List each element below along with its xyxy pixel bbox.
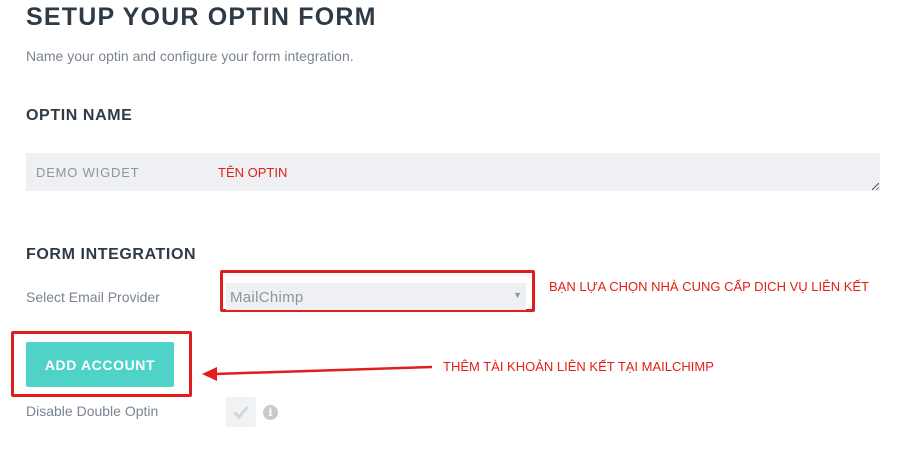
annotation-arrow-icon — [202, 365, 433, 381]
double-optin-checkbox[interactable] — [226, 397, 256, 427]
optin-name-annotation: TÊN OPTIN — [218, 165, 288, 180]
add-account-button[interactable]: ADD ACCOUNT — [26, 342, 174, 387]
arrow-shaft — [213, 365, 433, 376]
optin-name-field[interactable]: DEMO WIGDET — [26, 153, 880, 191]
form-integration-heading: FORM INTEGRATION — [26, 246, 197, 263]
info-icon[interactable]: i — [263, 405, 278, 420]
arrow-head — [202, 367, 217, 381]
checkmark-icon — [233, 406, 249, 419]
provider-annotation: BẠN LỰA CHỌN NHÀ CUNG CẤP DỊCH VỤ LIÊN K… — [549, 279, 870, 294]
email-provider-select[interactable]: MailChimp ▼ — [226, 283, 526, 310]
chevron-down-icon: ▼ — [513, 290, 522, 300]
add-account-annotation: THÊM TÀI KHOẢN LIÊN KẾT TẠI MAILCHIMP — [443, 359, 714, 374]
page-title: SETUP YOUR OPTIN FORM — [26, 3, 377, 31]
optin-name-value: DEMO WIGDET — [36, 165, 140, 180]
email-provider-selected: MailChimp — [230, 289, 304, 306]
email-provider-label: Select Email Provider — [26, 289, 160, 305]
double-optin-label: Disable Double Optin — [26, 403, 159, 419]
page-subtitle: Name your optin and configure your form … — [26, 48, 354, 64]
optin-name-heading: OPTIN NAME — [26, 107, 133, 124]
resize-grip-icon[interactable] — [872, 183, 879, 190]
